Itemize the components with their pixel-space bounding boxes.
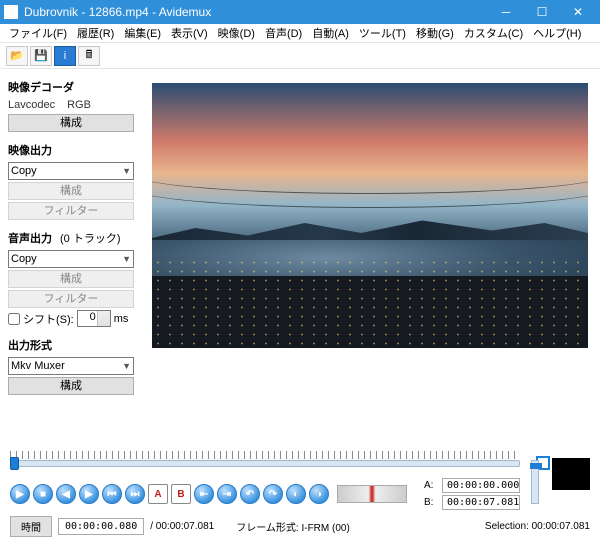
audio-out-filter-button[interactable]: フィルター: [8, 290, 134, 308]
audio-out-config-button[interactable]: 構成: [8, 270, 134, 288]
format-value: Mkv Muxer: [11, 360, 65, 372]
video-out-value: Copy: [11, 165, 37, 177]
video-out-config-button[interactable]: 構成: [8, 182, 134, 200]
play-button[interactable]: ▶: [10, 484, 30, 504]
info-icon[interactable]: i: [54, 46, 76, 66]
video-out-select[interactable]: Copy ▼: [8, 162, 134, 180]
decoder-codec: Lavcodec: [8, 99, 55, 111]
menu-audio[interactable]: 音声(D): [260, 23, 307, 43]
timeline[interactable]: [10, 451, 590, 471]
decoder-mode: RGB: [67, 99, 91, 111]
toolbar: 📂 💾 i 🖩: [0, 43, 600, 69]
next-frame-button[interactable]: ▶: [79, 484, 99, 504]
chevron-down-icon: ▼: [122, 254, 131, 264]
next-keyframe-button[interactable]: ⏭: [125, 484, 145, 504]
status-row: 時間 00:00:00.080 / 00:00:07.081 フレーム形式: I…: [10, 516, 590, 537]
goto-start-button[interactable]: ⇤: [194, 484, 214, 504]
frame-type-label: フレーム形式: I-FRM (00): [236, 519, 350, 534]
audio-out-title-row: 音声出力 (0 トラック): [8, 230, 144, 246]
preview-area: [152, 69, 600, 439]
goto-b-button[interactable]: ↷: [263, 484, 283, 504]
goto-end-button[interactable]: ⇥: [217, 484, 237, 504]
prev-black-button[interactable]: ◐: [286, 484, 306, 504]
menu-edit[interactable]: 編集(E): [119, 23, 166, 43]
maximize-button[interactable]: ☐: [524, 0, 560, 24]
audio-out-value: Copy: [11, 253, 37, 265]
mark-a-label: A:: [424, 480, 438, 491]
video-preview: [152, 83, 588, 348]
video-out-title: 映像出力: [8, 142, 144, 158]
mark-b-value: 00:00:07.081: [442, 495, 520, 510]
audio-out-select[interactable]: Copy ▼: [8, 250, 134, 268]
duration-label: / 00:00:07.081: [150, 521, 214, 532]
menu-move[interactable]: 移動(G): [411, 23, 459, 43]
format-select[interactable]: Mkv Muxer ▼: [8, 357, 134, 375]
shift-label: シフト(S):: [23, 311, 74, 327]
jog-wheel[interactable]: [337, 485, 407, 503]
window-titlebar: Dubrovnik - 12866.mp4 - Avidemux ─ ☐ ✕: [0, 0, 600, 24]
format-config-button[interactable]: 構成: [8, 377, 134, 395]
chevron-down-icon: ▼: [122, 166, 131, 176]
shift-checkbox[interactable]: [8, 313, 20, 325]
timeline-scale: [10, 451, 520, 459]
shift-unit: ms: [114, 313, 129, 325]
audio-tracks: (0 トラック): [60, 230, 121, 246]
audio-shift-row: シフト(S): 0 ms: [8, 310, 144, 327]
app-icon: [4, 5, 18, 19]
menu-bar: ファイル(F) 履歴(R) 編集(E) 表示(V) 映像(D) 音声(D) 自動…: [0, 24, 600, 43]
prev-keyframe-button[interactable]: ⏮: [102, 484, 122, 504]
mark-a-value: 00:00:00.000: [442, 478, 520, 493]
menu-help[interactable]: ヘルプ(H): [528, 23, 586, 43]
menu-file[interactable]: ファイル(F): [4, 23, 72, 43]
decoder-title: 映像デコーダ: [8, 79, 144, 95]
prev-frame-button[interactable]: ◀: [56, 484, 76, 504]
window-title: Dubrovnik - 12866.mp4 - Avidemux: [24, 5, 488, 19]
goto-a-button[interactable]: ↶: [240, 484, 260, 504]
save-icon[interactable]: 💾: [30, 46, 52, 66]
video-out-filter-button[interactable]: フィルター: [8, 202, 134, 220]
menu-tools[interactable]: ツール(T): [354, 23, 411, 43]
mark-b-label: B:: [424, 497, 438, 508]
calculator-icon[interactable]: 🖩: [78, 46, 100, 66]
close-button[interactable]: ✕: [560, 0, 596, 24]
menu-view[interactable]: 表示(V): [166, 23, 213, 43]
shift-spinner[interactable]: 0: [77, 310, 111, 327]
audio-out-title: 音声出力: [8, 230, 52, 246]
timeline-thumb[interactable]: [10, 457, 19, 470]
decoder-config-button[interactable]: 構成: [8, 114, 134, 132]
sidebar: 映像デコーダ Lavcodec RGB 構成 映像出力 Copy ▼ 構成 フィ…: [0, 69, 152, 439]
volume-slider[interactable]: [531, 460, 539, 504]
chevron-down-icon: ▼: [122, 361, 131, 371]
menu-recent[interactable]: 履歴(R): [72, 23, 119, 43]
menu-custom[interactable]: カスタム(C): [459, 23, 528, 43]
next-black-button[interactable]: ◑: [309, 484, 329, 504]
open-icon[interactable]: 📂: [6, 46, 28, 66]
nav-row: ▶ ■ ◀ ▶ ⏮ ⏭ A B ⇤ ⇥ ↶ ↷ ◐ ◑ A: 00:00:00.…: [10, 478, 590, 510]
time-mode-button[interactable]: 時間: [10, 516, 52, 537]
menu-auto[interactable]: 自動(A): [307, 23, 354, 43]
time-value[interactable]: 00:00:00.080: [58, 518, 144, 535]
set-a-button[interactable]: A: [148, 484, 168, 504]
stop-button[interactable]: ■: [33, 484, 53, 504]
format-title: 出力形式: [8, 337, 144, 353]
set-b-button[interactable]: B: [171, 484, 191, 504]
minimize-button[interactable]: ─: [488, 0, 524, 24]
decoder-info: Lavcodec RGB: [8, 99, 144, 111]
timeline-track[interactable]: [10, 460, 520, 467]
selection-label: Selection: 00:00:07.081: [485, 521, 590, 532]
menu-video[interactable]: 映像(D): [213, 23, 260, 43]
